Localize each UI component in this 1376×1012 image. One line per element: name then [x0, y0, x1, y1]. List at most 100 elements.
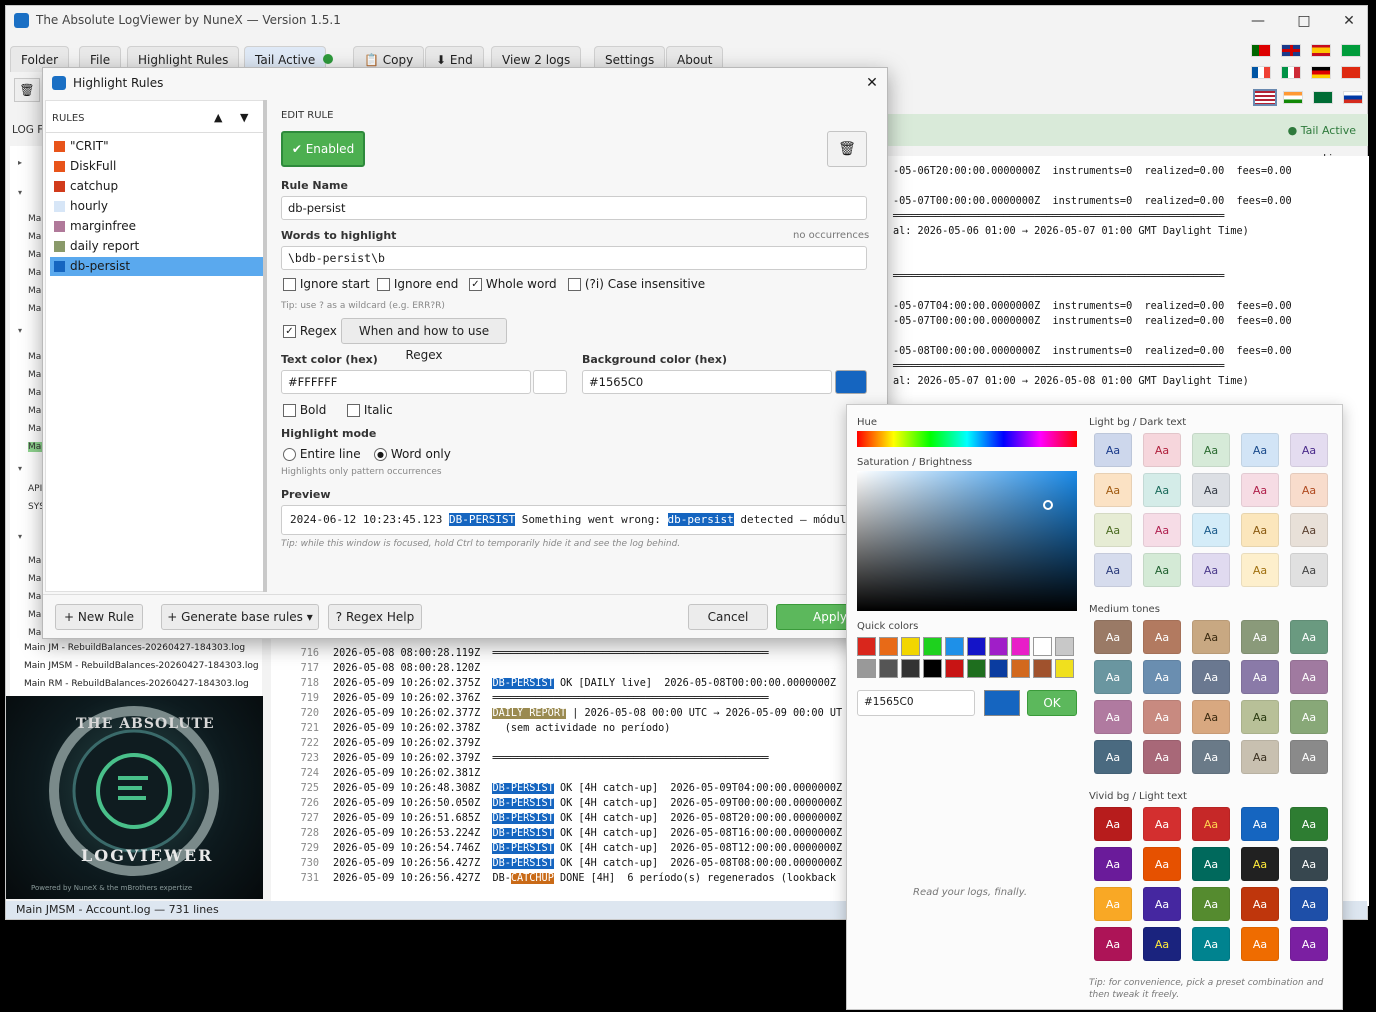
- ignore-start-option[interactable]: Ignore start: [283, 277, 370, 291]
- cancel-button[interactable]: Cancel: [688, 604, 768, 630]
- regex-option[interactable]: ✓ Regex: [283, 324, 337, 338]
- regex-help-button[interactable]: ? Regex Help: [328, 604, 422, 630]
- quick-color-swatch[interactable]: [857, 637, 876, 656]
- ignore-end-option[interactable]: Ignore end: [377, 277, 458, 291]
- bold-checkbox[interactable]: [283, 404, 296, 417]
- preset-swatch[interactable]: Aa: [1290, 847, 1328, 881]
- preset-swatch[interactable]: Aa: [1143, 700, 1181, 734]
- preset-swatch[interactable]: Aa: [1192, 620, 1230, 654]
- preset-swatch[interactable]: Aa: [1143, 807, 1181, 841]
- preset-swatch[interactable]: Aa: [1192, 553, 1230, 587]
- preset-swatch[interactable]: Aa: [1241, 620, 1279, 654]
- quick-color-swatch[interactable]: [967, 637, 986, 656]
- quick-color-swatch[interactable]: [945, 659, 964, 678]
- flag-france-icon[interactable]: [1251, 66, 1271, 79]
- preset-swatch[interactable]: Aa: [1192, 927, 1230, 961]
- rule-item[interactable]: DiskFull: [50, 157, 264, 176]
- preset-swatch[interactable]: Aa: [1241, 740, 1279, 774]
- preset-swatch[interactable]: Aa: [1094, 887, 1132, 921]
- quick-color-swatch[interactable]: [923, 637, 942, 656]
- preset-swatch[interactable]: Aa: [1241, 513, 1279, 547]
- preset-swatch[interactable]: Aa: [1143, 513, 1181, 547]
- rule-item[interactable]: "CRIT": [50, 137, 264, 156]
- flag-italy-icon[interactable]: [1281, 66, 1301, 79]
- tree-chevron-icon[interactable]: ▾: [18, 464, 22, 473]
- preset-swatch[interactable]: Aa: [1192, 740, 1230, 774]
- preset-swatch[interactable]: Aa: [1241, 660, 1279, 694]
- preset-swatch[interactable]: Aa: [1241, 700, 1279, 734]
- color-cursor[interactable]: [1043, 500, 1053, 510]
- whole-word-option[interactable]: ✓ Whole word: [469, 277, 557, 291]
- saturation-brightness-area[interactable]: [857, 471, 1077, 611]
- preset-swatch[interactable]: Aa: [1094, 740, 1132, 774]
- rule-item[interactable]: catchup: [50, 177, 264, 196]
- quick-color-swatch[interactable]: [1055, 659, 1074, 678]
- flag-india-icon[interactable]: [1283, 91, 1303, 104]
- flag-uk-icon[interactable]: [1281, 44, 1301, 57]
- text-color-input[interactable]: #FFFFFF: [281, 370, 531, 394]
- quick-color-swatch[interactable]: [1055, 637, 1074, 656]
- quick-color-swatch[interactable]: [879, 659, 898, 678]
- flag-usa-icon[interactable]: [1253, 89, 1277, 106]
- quick-color-swatch[interactable]: [945, 637, 964, 656]
- preset-swatch[interactable]: Aa: [1241, 927, 1279, 961]
- preset-swatch[interactable]: Aa: [1094, 700, 1132, 734]
- preset-swatch[interactable]: Aa: [1192, 887, 1230, 921]
- minimize-button[interactable]: —: [1243, 10, 1273, 32]
- preset-swatch[interactable]: Aa: [1290, 740, 1328, 774]
- rule-name-input[interactable]: db-persist: [281, 196, 867, 220]
- preset-swatch[interactable]: Aa: [1094, 807, 1132, 841]
- preset-swatch[interactable]: Aa: [1143, 620, 1181, 654]
- preset-swatch[interactable]: Aa: [1290, 553, 1328, 587]
- maximize-button[interactable]: □: [1289, 10, 1319, 32]
- preset-swatch[interactable]: Aa: [1192, 807, 1230, 841]
- text-color-swatch[interactable]: [533, 370, 567, 394]
- trash-icon[interactable]: 🗑: [14, 78, 40, 102]
- flag-brazil-icon[interactable]: [1341, 44, 1361, 57]
- quick-color-swatch[interactable]: [1033, 637, 1052, 656]
- quick-color-swatch[interactable]: [1011, 637, 1030, 656]
- preset-swatch[interactable]: Aa: [1143, 740, 1181, 774]
- preset-swatch[interactable]: Aa: [1192, 700, 1230, 734]
- bg-color-swatch[interactable]: [835, 370, 867, 394]
- flag-saudi-icon[interactable]: [1313, 91, 1333, 104]
- quick-color-swatch[interactable]: [901, 637, 920, 656]
- preset-swatch[interactable]: Aa: [1143, 887, 1181, 921]
- move-down-button[interactable]: ▼: [240, 111, 248, 124]
- preset-swatch[interactable]: Aa: [1290, 887, 1328, 921]
- preset-swatch[interactable]: Aa: [1094, 927, 1132, 961]
- tree-file-jmsm[interactable]: Main JMSM - RebuildBalances-20260427-184…: [24, 661, 259, 671]
- move-up-button[interactable]: ▲: [214, 111, 222, 124]
- flag-china-icon[interactable]: [1341, 66, 1361, 79]
- preset-swatch[interactable]: Aa: [1143, 553, 1181, 587]
- preset-swatch[interactable]: Aa: [1290, 513, 1328, 547]
- preset-swatch[interactable]: Aa: [1290, 927, 1328, 961]
- close-button[interactable]: ✕: [1334, 10, 1364, 32]
- preset-swatch[interactable]: Aa: [1192, 473, 1230, 507]
- preset-swatch[interactable]: Aa: [1241, 473, 1279, 507]
- flag-portugal-icon[interactable]: [1251, 44, 1271, 57]
- preset-swatch[interactable]: Aa: [1192, 433, 1230, 467]
- quick-color-swatch[interactable]: [989, 637, 1008, 656]
- tree-chevron-icon[interactable]: ▾: [18, 188, 22, 197]
- ignore-start-checkbox[interactable]: [283, 278, 296, 291]
- entire-line-option[interactable]: Entire line: [283, 447, 361, 461]
- preset-swatch[interactable]: Aa: [1290, 660, 1328, 694]
- quick-color-swatch[interactable]: [879, 637, 898, 656]
- word-only-radio[interactable]: ●: [374, 448, 387, 461]
- ignore-end-checkbox[interactable]: [377, 278, 390, 291]
- preset-swatch[interactable]: Aa: [1094, 660, 1132, 694]
- preset-swatch[interactable]: Aa: [1094, 473, 1132, 507]
- preset-swatch[interactable]: Aa: [1094, 513, 1132, 547]
- preset-swatch[interactable]: Aa: [1143, 847, 1181, 881]
- picker-hex-input[interactable]: #1565C0: [857, 690, 975, 716]
- tree-chevron-icon[interactable]: ▾: [18, 326, 22, 335]
- tree-chevron-icon[interactable]: ▸: [18, 158, 22, 167]
- hue-slider[interactable]: [857, 431, 1077, 447]
- quick-color-swatch[interactable]: [901, 659, 920, 678]
- preset-swatch[interactable]: Aa: [1241, 553, 1279, 587]
- bold-option[interactable]: Bold: [283, 403, 326, 417]
- dialog-close-button[interactable]: ✕: [861, 72, 883, 94]
- words-input[interactable]: \bdb-persist\b: [281, 246, 867, 270]
- rule-item[interactable]: db-persist: [50, 257, 264, 276]
